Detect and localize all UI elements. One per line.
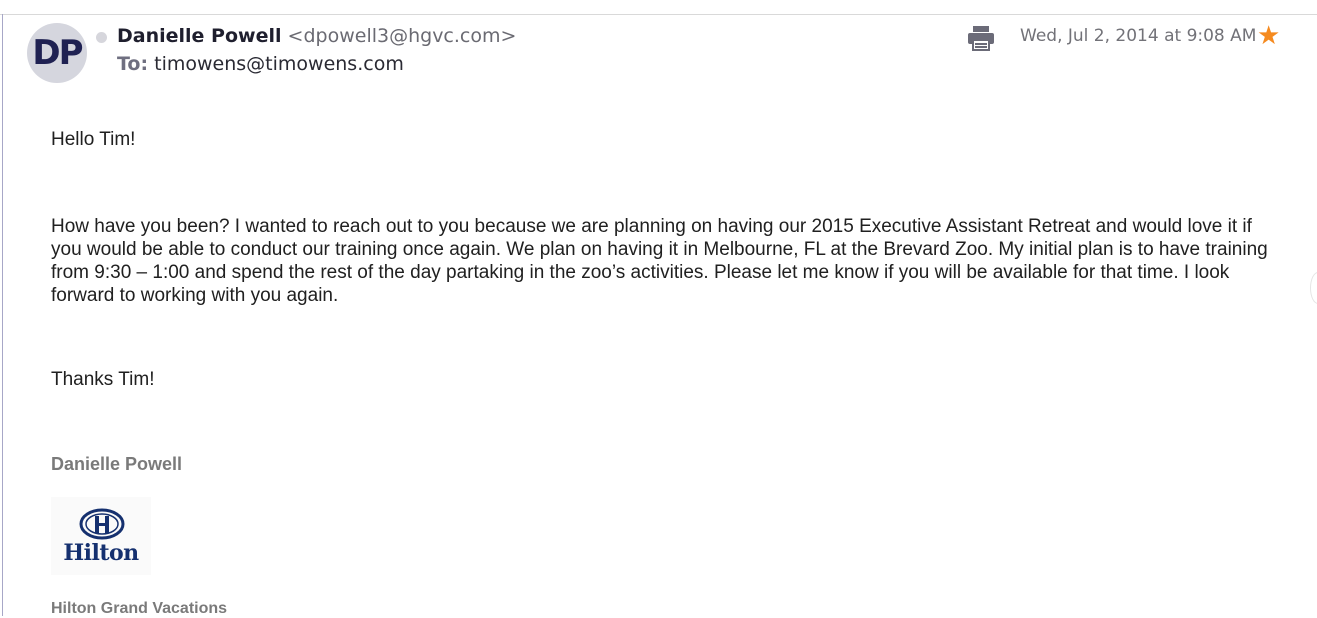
to-label: To: bbox=[117, 53, 149, 75]
printer-icon[interactable] bbox=[966, 25, 996, 51]
sent-date: Wed, Jul 2, 2014 at 9:08 AM bbox=[1020, 26, 1257, 46]
signature-company: Hilton Grand Vacations bbox=[51, 600, 228, 617]
sender-line: Danielle Powell <dpowell3@hgvc.com> bbox=[117, 25, 516, 47]
star-icon[interactable]: ★ bbox=[1257, 21, 1280, 49]
sender-name[interactable]: Danielle Powell bbox=[117, 25, 282, 47]
closing-text: Thanks Tim! bbox=[51, 369, 155, 390]
sender-email[interactable]: <dpowell3@hgvc.com> bbox=[288, 25, 517, 47]
recipient-line: To: timowens@timowens.com bbox=[117, 53, 404, 75]
header-divider bbox=[0, 14, 1317, 15]
avatar[interactable]: DP bbox=[27, 23, 87, 83]
recipient-email[interactable]: timowens@timowens.com bbox=[154, 53, 404, 75]
signature-name: Danielle Powell bbox=[51, 454, 183, 474]
hilton-logo: Hilton bbox=[51, 497, 151, 575]
message-paragraph: How have you been? I wanted to reach out… bbox=[51, 216, 1268, 306]
message-left-border bbox=[2, 14, 3, 616]
side-panel-handle[interactable] bbox=[1310, 272, 1317, 304]
presence-indicator bbox=[96, 32, 107, 43]
greeting-text: Hello Tim! bbox=[51, 129, 136, 150]
hilton-logo-text: Hilton bbox=[63, 540, 139, 566]
